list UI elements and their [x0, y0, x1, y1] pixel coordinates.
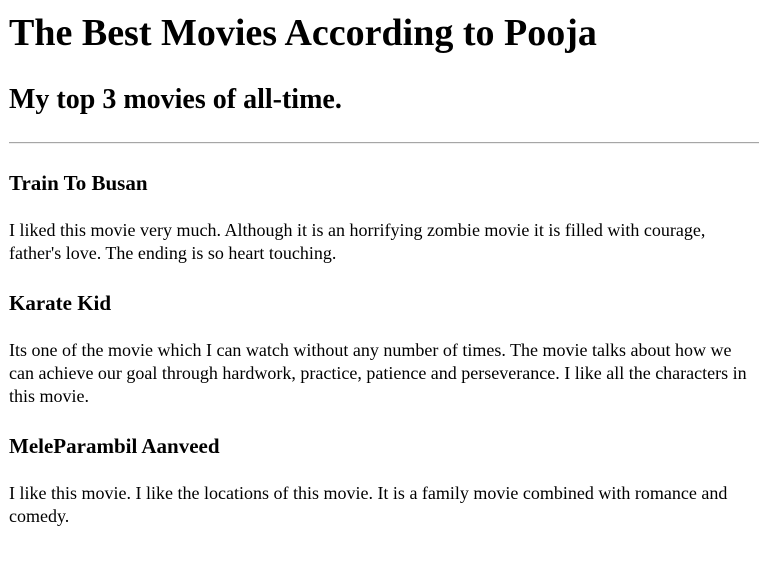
page-title: The Best Movies According to Pooja — [9, 12, 597, 54]
movie-item-karate-kid: Karate Kid Its one of the movie which I … — [9, 291, 759, 408]
movie-review: I like this movie. I like the locations … — [9, 483, 728, 526]
movie-title: MeleParambil Aanveed — [9, 434, 220, 458]
divider — [9, 142, 759, 144]
movie-review: I liked this movie very much. Although i… — [9, 220, 706, 263]
movie-title: Train To Busan — [9, 171, 148, 195]
movie-item-train-to-busan: Train To Busan I liked this movie very m… — [9, 171, 759, 265]
page-subtitle: My top 3 movies of all-time. — [9, 84, 342, 115]
movie-list: Train To Busan I liked this movie very m… — [9, 171, 759, 528]
movie-title: Karate Kid — [9, 291, 112, 315]
movie-review: Its one of the movie which I can watch w… — [9, 340, 747, 406]
movie-item-meleparambil-aanveed: MeleParambil Aanveed I like this movie. … — [9, 434, 759, 528]
